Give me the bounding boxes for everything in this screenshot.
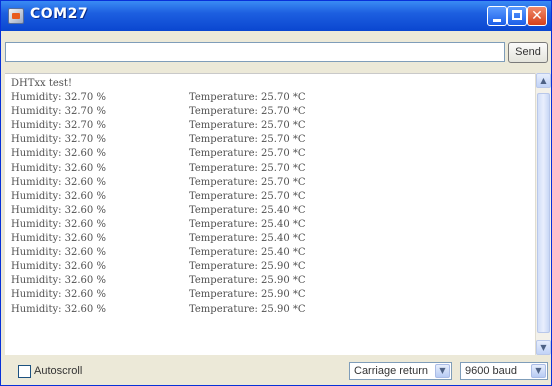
send-input[interactable] <box>5 42 505 62</box>
humidity-reading: Humidity: 32.60 % <box>11 289 106 301</box>
humidity-reading: Humidity: 32.60 % <box>11 275 106 287</box>
temperature-reading: Temperature: 25.70 *C <box>189 134 306 146</box>
temperature-reading: Temperature: 25.70 *C <box>189 162 306 174</box>
humidity-reading: Humidity: 32.60 % <box>11 162 106 174</box>
output-line: Humidity: 32.60 % Temperature: 25.40 *C <box>11 232 531 246</box>
humidity-reading: Humidity: 32.70 % <box>11 134 106 146</box>
output-line: Humidity: 32.60 % Temperature: 25.90 *C <box>11 274 531 288</box>
humidity-reading: Humidity: 32.60 % <box>11 247 106 259</box>
output-line: Humidity: 32.70 % Temperature: 25.70 *C <box>11 91 531 105</box>
temperature-reading: Temperature: 25.70 *C <box>189 120 306 132</box>
serial-output[interactable]: DHTxx test! Humidity: 32.70 % Temperature… <box>5 73 551 355</box>
temperature-reading: Temperature: 25.40 *C <box>189 218 306 230</box>
line-ending-value: Carriage return <box>354 365 428 377</box>
output-line: Humidity: 32.60 % Temperature: 25.90 *C <box>11 260 531 274</box>
humidity-reading: Humidity: 32.60 % <box>11 261 106 273</box>
chevron-down-icon: ▼ <box>531 364 546 378</box>
output-line: Humidity: 32.60 % Temperature: 25.70 *C <box>11 176 531 190</box>
humidity-reading: Humidity: 32.60 % <box>11 204 106 216</box>
temperature-reading: Temperature: 25.70 *C <box>189 190 306 202</box>
temperature-reading: Temperature: 25.70 *C <box>189 106 306 118</box>
maximize-icon <box>512 10 522 20</box>
footer-bar: Autoscroll Carriage return ▼ 9600 baud ▼ <box>1 357 551 385</box>
scrollbar-thumb[interactable] <box>537 93 550 333</box>
serial-output-lines: DHTxx test! Humidity: 32.70 % Temperature… <box>11 77 531 317</box>
window-title: COM27 <box>30 6 89 22</box>
humidity-reading: Humidity: 32.70 % <box>11 106 106 118</box>
temperature-reading: Temperature: 25.90 *C <box>189 261 306 273</box>
humidity-reading: Humidity: 32.60 % <box>11 176 106 188</box>
temperature-reading: Temperature: 25.70 *C <box>189 148 306 160</box>
humidity-reading: Humidity: 32.70 % <box>11 120 106 132</box>
temperature-reading: Temperature: 25.70 *C <box>189 176 306 188</box>
chevron-up-icon: ▲ <box>540 76 547 85</box>
humidity-reading: Humidity: 32.60 % <box>11 218 106 230</box>
humidity-reading: Humidity: 32.60 % <box>11 233 106 245</box>
output-line: Humidity: 32.70 % Temperature: 25.70 *C <box>11 133 531 147</box>
autoscroll-checkbox[interactable] <box>18 365 31 378</box>
temperature-reading: Temperature: 25.40 *C <box>189 233 306 245</box>
output-line: Humidity: 32.70 % Temperature: 25.70 *C <box>11 119 531 133</box>
minimize-button[interactable] <box>487 6 507 26</box>
humidity-reading: Humidity: 32.60 % <box>11 148 106 160</box>
chevron-down-icon: ▼ <box>540 343 547 352</box>
title-bar[interactable]: COM27 ✕ <box>1 1 551 31</box>
send-button[interactable]: Send <box>508 42 548 63</box>
output-line: Humidity: 32.60 % Temperature: 25.90 *C <box>11 303 531 317</box>
baud-rate-select[interactable]: 9600 baud ▼ <box>460 362 548 380</box>
serial-monitor-icon <box>8 8 24 24</box>
temperature-reading: Temperature: 25.40 *C <box>189 247 306 259</box>
output-header: DHTxx test! <box>11 78 72 89</box>
output-line: Humidity: 32.60 % Temperature: 25.70 *C <box>11 162 531 176</box>
baud-rate-value: 9600 baud <box>465 365 517 377</box>
output-header-line: DHTxx test! <box>11 77 531 91</box>
scroll-down-button[interactable]: ▼ <box>536 340 551 355</box>
humidity-reading: Humidity: 32.60 % <box>11 190 106 202</box>
autoscroll-label[interactable]: Autoscroll <box>34 363 82 379</box>
temperature-reading: Temperature: 25.70 *C <box>189 92 306 104</box>
humidity-reading: Humidity: 32.60 % <box>11 303 106 315</box>
output-line: Humidity: 32.60 % Temperature: 25.70 *C <box>11 190 531 204</box>
minimize-icon <box>493 19 501 22</box>
output-line: Humidity: 32.60 % Temperature: 25.70 *C <box>11 147 531 161</box>
close-icon: ✕ <box>531 8 543 24</box>
scroll-up-button[interactable]: ▲ <box>536 73 551 88</box>
chevron-down-icon: ▼ <box>435 364 450 378</box>
maximize-button[interactable] <box>507 6 527 26</box>
output-line: Humidity: 32.60 % Temperature: 25.40 *C <box>11 246 531 260</box>
output-line: Humidity: 32.70 % Temperature: 25.70 *C <box>11 105 531 119</box>
serial-monitor-window: COM27 ✕ Send DHTxx test! Humidity: 32.70… <box>0 0 552 386</box>
temperature-reading: Temperature: 25.90 *C <box>189 289 306 301</box>
close-button[interactable]: ✕ <box>527 6 547 26</box>
output-line: Humidity: 32.60 % Temperature: 25.40 *C <box>11 218 531 232</box>
temperature-reading: Temperature: 25.40 *C <box>189 204 306 216</box>
temperature-reading: Temperature: 25.90 *C <box>189 303 306 315</box>
output-line: Humidity: 32.60 % Temperature: 25.90 *C <box>11 288 531 302</box>
line-ending-select[interactable]: Carriage return ▼ <box>349 362 452 380</box>
humidity-reading: Humidity: 32.70 % <box>11 92 106 104</box>
temperature-reading: Temperature: 25.90 *C <box>189 275 306 287</box>
output-line: Humidity: 32.60 % Temperature: 25.40 *C <box>11 204 531 218</box>
vertical-scrollbar[interactable]: ▲ ▼ <box>535 73 551 355</box>
